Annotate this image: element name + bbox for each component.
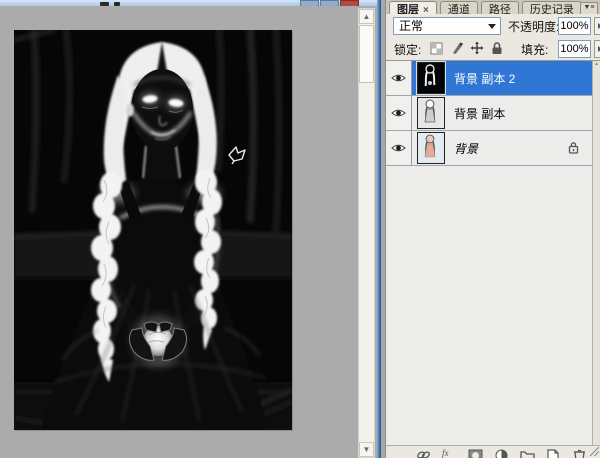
- fill-slider-icon[interactable]: [594, 40, 600, 58]
- lock-position-icon[interactable]: [470, 41, 484, 55]
- tab-channels[interactable]: 通道: [440, 1, 478, 14]
- layer-name[interactable]: 背景 副本 2: [454, 70, 515, 87]
- tab-close-icon[interactable]: ×: [423, 5, 429, 14]
- visibility-toggle[interactable]: [386, 61, 412, 95]
- blend-mode-value: 正常: [399, 19, 423, 33]
- canvas-vertical-scrollbar[interactable]: ▲ ▼: [358, 8, 375, 458]
- opacity-input[interactable]: 100%: [558, 17, 591, 35]
- tab-paths[interactable]: 路径: [481, 1, 519, 14]
- layer-name[interactable]: 背景 副本: [454, 105, 505, 122]
- eye-icon: [391, 73, 406, 83]
- fill-input[interactable]: 100%: [558, 40, 591, 58]
- layer-thumbnail[interactable]: [417, 62, 445, 94]
- scroll-up-icon[interactable]: ▲: [359, 9, 374, 24]
- layer-style-icon[interactable]: fx: [442, 448, 457, 458]
- lock-label: 锁定:: [394, 41, 421, 58]
- scroll-up-icon: ▲: [594, 61, 599, 67]
- panel-tab-bar: 图层 × 通道 路径 历史记录 ▼≡: [386, 0, 600, 14]
- visibility-toggle[interactable]: [386, 96, 412, 130]
- tab-layers-label: 图层: [397, 4, 419, 14]
- inverted-portrait-illustration: [14, 30, 292, 430]
- add-layer-mask-icon[interactable]: [468, 448, 483, 458]
- layers-panel-footer: fx: [386, 445, 600, 458]
- fill-label: 填充:: [521, 41, 548, 58]
- panel-menu-icon[interactable]: ▼≡: [580, 2, 598, 14]
- new-group-icon[interactable]: [520, 448, 535, 458]
- scroll-down-icon[interactable]: ▼: [359, 442, 374, 457]
- link-layers-icon[interactable]: [416, 448, 431, 458]
- lock-transparency-icon[interactable]: [430, 41, 444, 55]
- canvas-image[interactable]: [14, 30, 292, 430]
- lock-pixels-icon[interactable]: [450, 41, 464, 55]
- eye-icon: [391, 143, 406, 153]
- visibility-toggle[interactable]: [386, 131, 412, 165]
- blend-options-row: 正常 不透明度: 100%: [388, 15, 598, 37]
- lock-options-row: 锁定: 填充: 100%: [388, 38, 598, 60]
- chevron-down-icon: [488, 24, 496, 29]
- layers-list-scrollbar[interactable]: ▲: [592, 61, 600, 446]
- document-window: ▲ ▼: [0, 0, 377, 458]
- layers-list: 背景 副本 2 背景 副本 背景 ▲: [386, 60, 600, 446]
- layers-panel: 图层 × 通道 路径 历史记录 ▼≡ 正常 不透明度: 100% 锁定:: [385, 0, 600, 458]
- layer-row-background-copy-2[interactable]: 背景 副本 2: [386, 61, 593, 96]
- delete-layer-icon[interactable]: [572, 448, 587, 458]
- new-adjustment-layer-icon[interactable]: [494, 448, 509, 458]
- scrollbar-thumb[interactable]: [359, 25, 374, 83]
- layer-thumbnail[interactable]: [417, 97, 445, 129]
- layer-thumbnail[interactable]: [417, 132, 445, 164]
- lock-all-icon[interactable]: [490, 41, 504, 55]
- tab-history[interactable]: 历史记录: [522, 1, 582, 14]
- opacity-slider-icon[interactable]: [594, 17, 600, 35]
- new-layer-icon[interactable]: [546, 448, 561, 458]
- layer-row-background[interactable]: 背景: [386, 131, 593, 166]
- opacity-label: 不透明度:: [508, 18, 559, 35]
- eye-icon: [391, 108, 406, 118]
- layers-panel-dock: 图层 × 通道 路径 历史记录 ▼≡ 正常 不透明度: 100% 锁定:: [381, 0, 600, 458]
- layer-name[interactable]: 背景: [454, 140, 478, 157]
- tab-layers[interactable]: 图层 ×: [389, 1, 437, 14]
- blend-mode-select[interactable]: 正常: [393, 17, 501, 35]
- panel-resize-grip[interactable]: [590, 447, 599, 456]
- layer-row-background-copy[interactable]: 背景 副本: [386, 96, 593, 131]
- lock-icon: [568, 141, 579, 154]
- canvas-area[interactable]: ▲ ▼: [0, 6, 377, 458]
